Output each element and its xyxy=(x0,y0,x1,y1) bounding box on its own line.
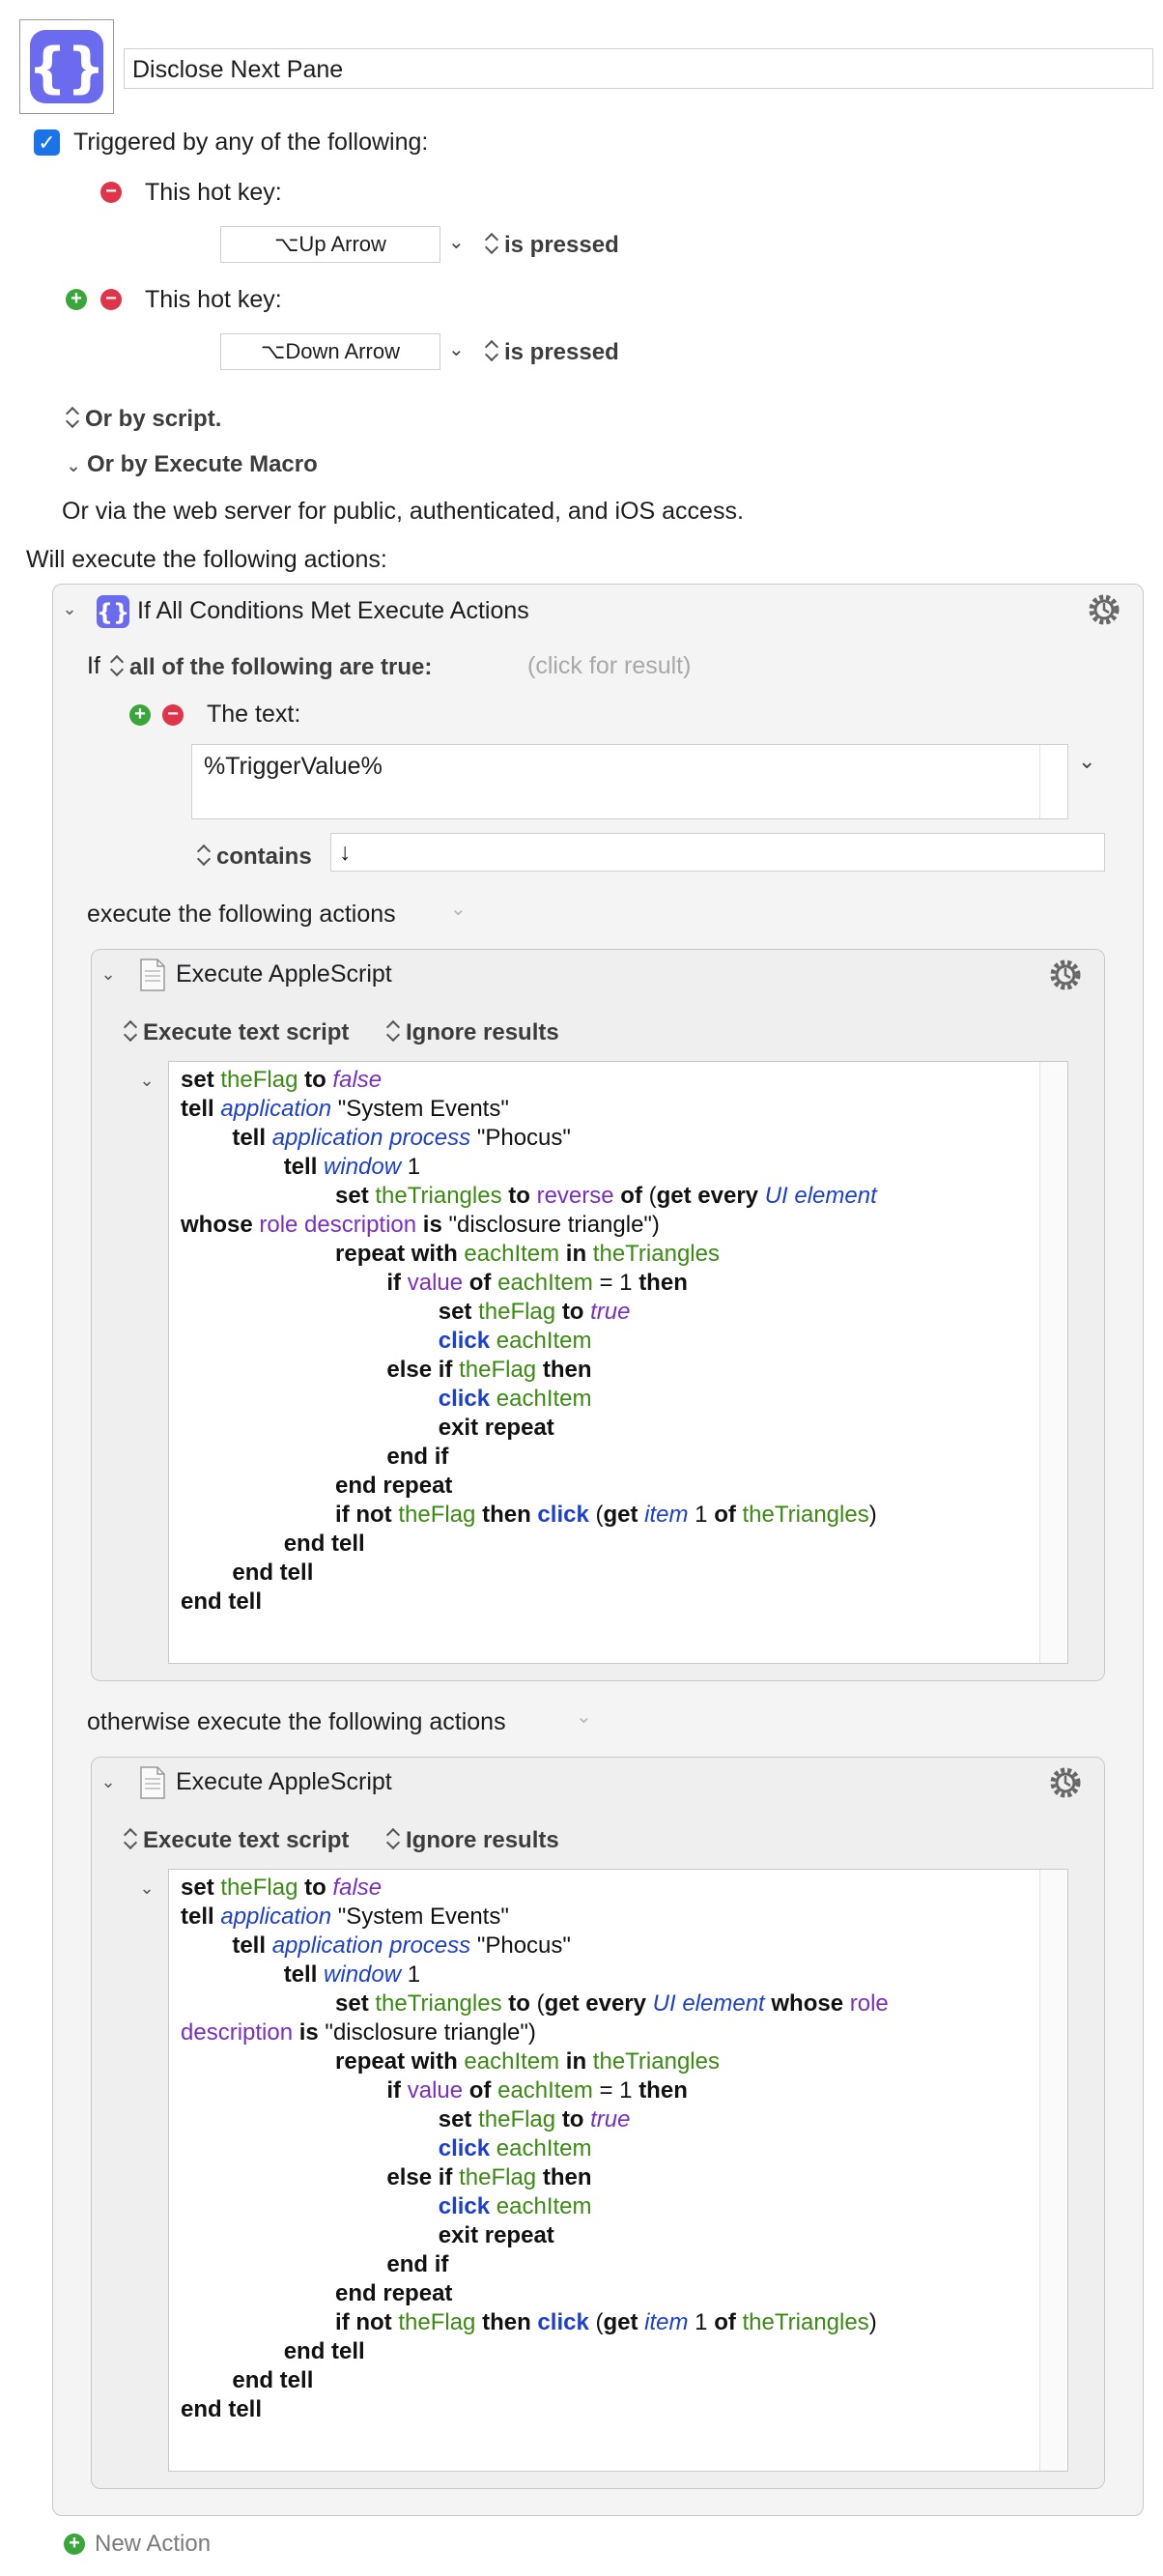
updown-icon xyxy=(485,339,498,362)
hotkey-2-label: This hot key: xyxy=(145,286,282,313)
hotkey-1-field[interactable]: ⌥Up Arrow xyxy=(220,226,440,263)
updown-icon xyxy=(66,406,79,429)
add-hotkey-button[interactable]: + xyxy=(66,289,87,310)
else-actions-label: otherwise execute the following actions xyxy=(87,1708,506,1735)
text-field-scrollbar[interactable] xyxy=(1039,745,1067,818)
contains-field[interactable]: ↓ xyxy=(330,833,1105,872)
click-for-result-link[interactable]: (click for result) xyxy=(527,652,691,680)
hotkey-1-condition-popup[interactable]: is pressed xyxy=(485,232,619,259)
if-action-icon: {} xyxy=(97,595,129,628)
applescript-1-gear-icon[interactable] xyxy=(1047,957,1084,993)
macro-name: Disclose Next Pane xyxy=(132,56,344,83)
triggered-checkbox[interactable]: ✓ xyxy=(34,129,60,156)
add-condition-button[interactable]: + xyxy=(129,704,151,726)
applescript-1-mode: Execute text script xyxy=(143,1019,350,1045)
or-by-execute-macro-toggle[interactable]: ⌄ Or by Execute Macro xyxy=(66,451,318,478)
remove-hotkey-1-button[interactable]: − xyxy=(100,182,122,203)
remove-condition-button[interactable]: − xyxy=(162,704,184,726)
condition-mode: all of the following are true: xyxy=(129,654,433,680)
new-action-button[interactable]: New Action xyxy=(95,2531,211,2558)
macro-icon: {} xyxy=(19,19,114,114)
applescript-1-code: set theFlag to false tell application "S… xyxy=(181,1067,877,1615)
or-by-script-label: Or by script. xyxy=(85,406,222,432)
condition-text-field[interactable]: %TriggerValue% xyxy=(191,744,1068,819)
hotkey-1-condition: is pressed xyxy=(504,232,619,258)
or-by-execute-macro-label: Or by Execute Macro xyxy=(87,451,318,477)
updown-icon xyxy=(197,844,211,867)
updown-icon xyxy=(386,1019,400,1043)
actions-header: Will execute the following actions: xyxy=(26,546,387,573)
hotkey-2-condition-popup[interactable]: is pressed xyxy=(485,339,619,366)
contains-value: ↓ xyxy=(339,839,352,866)
hotkey-2-field[interactable]: ⌥Down Arrow xyxy=(220,333,440,370)
else-actions-chevron-icon[interactable]: ⌄ xyxy=(576,1704,592,1729)
applescript-1-mode-popup[interactable]: Execute text script xyxy=(124,1019,349,1046)
hotkey-2-menu-chevron-icon[interactable]: ⌄ xyxy=(448,337,465,361)
if-word: If xyxy=(87,652,100,679)
hotkey-1-menu-chevron-icon[interactable]: ⌄ xyxy=(448,230,465,254)
hotkey-2-value: ⌥Down Arrow xyxy=(261,339,400,363)
if-action-gear-icon[interactable] xyxy=(1086,591,1122,628)
updown-icon xyxy=(124,1019,137,1043)
updown-icon xyxy=(124,1827,137,1850)
applescript-2-results-popup[interactable]: Ignore results xyxy=(386,1827,559,1854)
updown-icon xyxy=(386,1827,400,1850)
text-condition-label: The text: xyxy=(207,701,301,728)
svg-text:{}: {} xyxy=(97,599,129,626)
document-icon xyxy=(140,959,165,991)
script-1-collapse-chevron-icon[interactable]: ⌄ xyxy=(139,1071,155,1091)
chevron-down-icon: ⌄ xyxy=(66,456,81,475)
applescript-2-title: Execute AppleScript xyxy=(176,1768,392,1795)
if-action-title: If All Conditions Met Execute Actions xyxy=(137,597,529,624)
contains-popup[interactable]: contains xyxy=(197,844,312,871)
applescript-2-collapse-chevron-icon[interactable]: ⌄ xyxy=(100,1772,116,1792)
updown-icon xyxy=(485,232,498,255)
applescript-2-editor[interactable]: set theFlag to false tell application "S… xyxy=(168,1869,1068,2472)
new-action-plus-icon[interactable]: + xyxy=(64,2533,85,2555)
if-action-collapse-chevron-icon[interactable]: ⌄ xyxy=(62,599,77,619)
applescript-1-title: Execute AppleScript xyxy=(176,960,392,987)
text-tokens-chevron-icon[interactable]: ⌄ xyxy=(1078,749,1095,774)
triggered-label: Triggered by any of the following: xyxy=(73,129,429,156)
remove-hotkey-2-button[interactable]: − xyxy=(100,289,122,310)
macro-name-field[interactable]: Disclose Next Pane xyxy=(124,48,1153,89)
script-2-collapse-chevron-icon[interactable]: ⌄ xyxy=(139,1878,155,1899)
then-actions-label: execute the following actions xyxy=(87,901,396,928)
or-by-script-toggle[interactable]: Or by script. xyxy=(66,406,221,433)
applescript-1-scrollbar[interactable] xyxy=(1039,1062,1067,1663)
svg-text:{}: {} xyxy=(28,37,105,100)
applescript-2-scrollbar[interactable] xyxy=(1039,1870,1067,2471)
applescript-2-mode-popup[interactable]: Execute text script xyxy=(124,1827,349,1854)
applescript-1-collapse-chevron-icon[interactable]: ⌄ xyxy=(100,964,116,985)
applescript-1-editor[interactable]: set theFlag to false tell application "S… xyxy=(168,1061,1068,1664)
applescript-2-gear-icon[interactable] xyxy=(1047,1764,1084,1801)
hotkey-2-condition: is pressed xyxy=(504,339,619,365)
updown-icon xyxy=(110,654,124,677)
applescript-1-results: Ignore results xyxy=(406,1019,559,1045)
applescript-2-results: Ignore results xyxy=(406,1827,559,1853)
hotkey-1-value: ⌥Up Arrow xyxy=(274,232,386,256)
web-server-note: Or via the web server for public, authen… xyxy=(62,498,744,525)
condition-text-value: %TriggerValue% xyxy=(204,753,383,780)
applescript-1-results-popup[interactable]: Ignore results xyxy=(386,1019,559,1046)
contains-label: contains xyxy=(216,844,312,870)
applescript-2-code: set theFlag to false tell application "S… xyxy=(181,1875,889,2422)
document-icon xyxy=(140,1766,165,1799)
applescript-2-mode: Execute text script xyxy=(143,1827,350,1853)
then-actions-chevron-icon[interactable]: ⌄ xyxy=(450,897,467,921)
hotkey-1-label: This hot key: xyxy=(145,179,282,206)
condition-mode-popup[interactable]: all of the following are true: xyxy=(110,654,432,681)
